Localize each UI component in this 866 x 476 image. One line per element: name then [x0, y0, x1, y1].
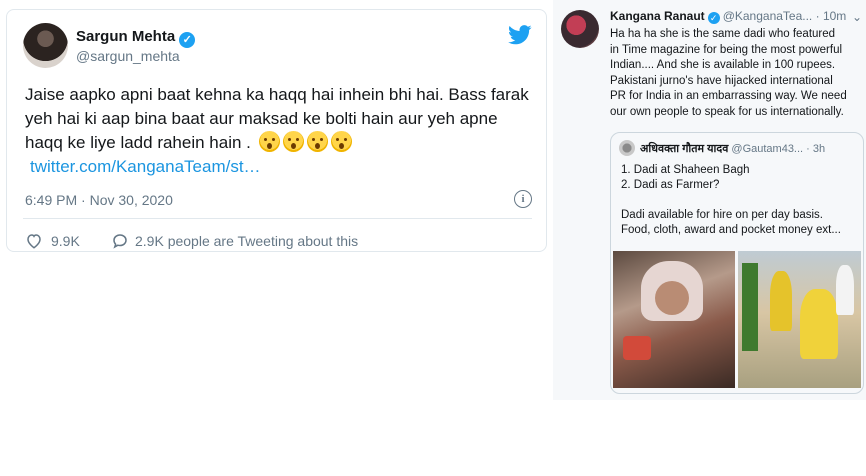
photo-elderly-woman	[613, 251, 735, 388]
verified-icon: ✓	[707, 12, 720, 24]
hushed-face-icon	[258, 131, 280, 152]
twitter-bird-icon[interactable]	[508, 24, 532, 46]
quote-line: 1. Dadi at Shaheen Bagh	[621, 164, 750, 176]
photo-shape	[800, 289, 838, 359]
tweet-line: Ha ha ha she is the same dadi who featur…	[610, 28, 836, 40]
quoted-tweet: अधिवक्ता गौतम यादव @Gautam43... · 3h 1. …	[610, 132, 864, 394]
people-tweeting-link[interactable]: 2.9K people are Tweeting about this	[135, 233, 358, 249]
photo-shape	[623, 336, 651, 360]
tweet-time: · 10m	[815, 9, 847, 23]
avatar[interactable]	[23, 23, 68, 68]
tweet-line: in Time magazine for being the most powe…	[610, 43, 843, 56]
hushed-face-icon	[306, 131, 328, 152]
reply-bubble-icon[interactable]	[111, 232, 129, 250]
author-handle: @KanganaTea...	[722, 9, 813, 23]
tweet-card[interactable]: Sargun Mehta ✓ @sargun_mehta Jaise aapko …	[6, 9, 547, 252]
timestamp[interactable]: 6:49 PM · Nov 30, 2020	[25, 192, 173, 208]
avatar	[619, 140, 635, 156]
photo-shape	[742, 263, 758, 351]
tweet-line: PR for India in an embarrassing way. We …	[610, 90, 847, 102]
photo-shape	[770, 271, 792, 331]
author-name[interactable]: Sargun Mehta ✓	[76, 28, 196, 48]
tweet-time: · 3h	[806, 143, 826, 155]
quote-line: Food, cloth, award and pocket money ext.…	[621, 224, 841, 236]
hushed-face-icon	[282, 131, 304, 152]
tweet-line: our own people to speak for us internati…	[610, 105, 844, 118]
quoted-tweet-header: अधिवक्ता गौतम यादव @Gautam43... · 3h	[640, 141, 825, 156]
author-name: Kangana Ranaut	[610, 9, 705, 23]
quote-line: Dadi available for hire on per day basis…	[621, 209, 824, 221]
tweet-text: Ha ha ha she is the same dadi who featur…	[610, 27, 864, 120]
avatar	[561, 10, 599, 48]
embedded-tweet-screenshot: Kangana Ranaut ✓ @KanganaTea... · 10m ⌄ Ha…	[553, 0, 866, 400]
verified-icon: ✓	[179, 32, 196, 48]
photo-protest-march	[738, 251, 861, 388]
quoted-tweet-text: 1. Dadi at Shaheen Bagh 2. Dadi as Farme…	[621, 163, 857, 238]
tweet-header: Kangana Ranaut ✓ @KanganaTea... · 10m	[610, 9, 846, 24]
hushed-face-icon	[330, 131, 352, 152]
tweet-link[interactable]: twitter.com/KanganaTeam/st…	[30, 155, 540, 179]
tweet-line: Pakistani jurno's have hijacked internat…	[610, 74, 833, 87]
chevron-down-icon: ⌄	[851, 10, 862, 24]
author-handle: @Gautam43...	[731, 143, 804, 155]
divider	[23, 218, 532, 219]
heart-icon[interactable]	[25, 232, 43, 250]
author-handle[interactable]: @sargun_mehta	[76, 48, 180, 64]
tweet-text: Jaise aapko apni baat kehna ka haqq hai …	[25, 83, 540, 179]
quote-line: 2. Dadi as Farmer?	[621, 179, 720, 191]
photo-shape	[655, 281, 689, 315]
tweet-line: Indian.... And she is available in 100 r…	[610, 59, 836, 71]
photo-shape	[836, 265, 854, 315]
like-count[interactable]: 9.9K	[51, 233, 80, 249]
info-icon[interactable]: i	[514, 190, 532, 208]
author-name-text[interactable]: Sargun Mehta	[76, 28, 175, 45]
author-name: अधिवक्ता गौतम यादव	[640, 143, 729, 155]
